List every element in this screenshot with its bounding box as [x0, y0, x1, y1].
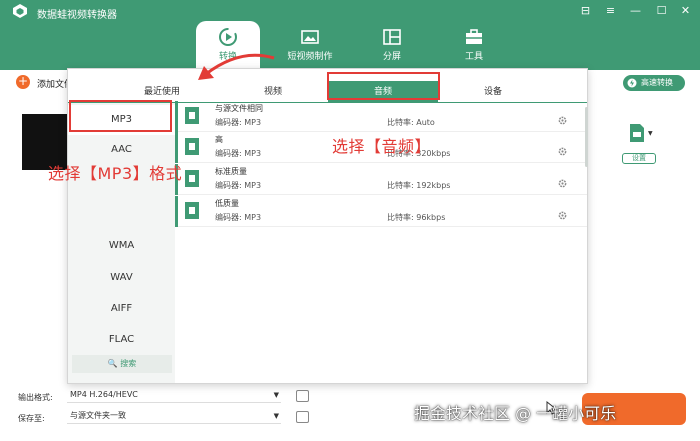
quality-bitrate: 比特率: 192kbps: [387, 181, 451, 190]
gear-icon[interactable]: [558, 211, 567, 220]
format-item-flac[interactable]: FLAC: [68, 325, 175, 355]
quality-item-same[interactable]: 与源文件相同 编码器: MP3 比特率: Auto: [175, 101, 587, 132]
maximize-button[interactable]: ☐: [654, 3, 669, 18]
selection-indicator: [175, 132, 178, 163]
format-search-button[interactable]: 🔍 搜索: [72, 355, 172, 373]
quality-name: 低质量: [215, 199, 239, 208]
selection-indicator: [175, 101, 178, 132]
output-format-select[interactable]: MP4 H.264/HEVC ▼: [67, 387, 281, 403]
add-file-button[interactable]: +: [16, 75, 30, 89]
lightning-icon: [627, 78, 637, 88]
quality-encoder: 编码器: MP3: [215, 149, 262, 158]
format-item-aiff[interactable]: AIFF: [68, 294, 175, 324]
search-label: 搜索: [120, 359, 137, 368]
format-item-wav[interactable]: WAV: [68, 263, 175, 293]
format-panel: 最近使用 视频 音频 设备 MP3 AAC WMA WAV AIFF FLAC …: [67, 68, 588, 384]
annotation-select-mp3: 选择【MP3】格式: [48, 164, 183, 183]
quality-encoder: 编码器: MP3: [215, 181, 262, 190]
convert-icon: [219, 28, 237, 46]
nav-video-maker[interactable]: 短视频制作: [278, 21, 342, 69]
quality-name: 标准质量: [215, 167, 247, 176]
gear-icon[interactable]: [558, 179, 567, 188]
chevron-down-icon: ▼: [273, 391, 279, 399]
quality-item-low[interactable]: 低质量 编码器: MP3 比特率: 96kbps: [175, 196, 587, 227]
settings-button[interactable]: 设置: [622, 153, 656, 164]
menu-icon[interactable]: ≡: [603, 3, 618, 18]
quality-encoder: 编码器: MP3: [215, 213, 262, 222]
folder-icon[interactable]: [296, 411, 309, 423]
audio-file-icon: [185, 138, 199, 155]
red-arrow-icon: [198, 53, 275, 80]
app-logo-icon: [13, 4, 27, 18]
chevron-down-icon: ▼: [273, 412, 279, 420]
fast-convert-button[interactable]: 高速转换: [623, 75, 685, 91]
app-title: 数据蛙视频转换器: [37, 10, 117, 21]
nav-label: 工具: [464, 52, 483, 62]
scrollbar[interactable]: [585, 107, 588, 167]
quality-bitrate: 比特率: Auto: [387, 118, 435, 127]
format-settings-icon[interactable]: [296, 390, 309, 402]
toolbox-icon: [466, 29, 482, 44]
nav-label: 分屏: [382, 52, 401, 62]
fast-convert-label: 高速转换: [641, 78, 673, 87]
output-format-icon[interactable]: [630, 124, 644, 142]
search-icon: 🔍: [107, 359, 118, 368]
gear-icon[interactable]: [558, 147, 567, 156]
nav-label: 短视频制作: [287, 52, 333, 62]
audio-file-icon: [185, 202, 199, 219]
save-to-value: 与源文件夹一致: [70, 411, 126, 420]
format-item-wma[interactable]: WMA: [68, 231, 175, 261]
save-to-label: 保存至:: [18, 414, 45, 423]
video-maker-icon: [301, 30, 319, 44]
format-dropdown-icon[interactable]: ▼: [648, 130, 653, 137]
feedback-icon[interactable]: ⊟: [578, 3, 593, 18]
output-format-label: 输出格式:: [18, 393, 53, 402]
nav-split-screen[interactable]: 分屏: [360, 21, 424, 69]
title-bar: 数据蛙视频转换器 ⊟ ≡ — ☐ ✕ 转换 短视频制作 分屏 工具: [0, 0, 700, 70]
selection-indicator: [175, 196, 178, 227]
quality-item-standard[interactable]: 标准质量 编码器: MP3 比特率: 192kbps: [175, 164, 587, 195]
output-format-value: MP4 H.264/HEVC: [70, 390, 138, 399]
gear-icon[interactable]: [558, 116, 567, 125]
audio-file-icon: [185, 170, 199, 187]
annotation-select-audio: 选择【音频】: [332, 137, 432, 156]
split-screen-icon: [383, 29, 401, 45]
audio-file-icon: [185, 107, 199, 124]
quality-bitrate: 比特率: 96kbps: [387, 213, 446, 222]
tab-device[interactable]: 设备: [453, 81, 533, 103]
quality-encoder: 编码器: MP3: [215, 118, 262, 127]
minimize-button[interactable]: —: [628, 3, 643, 18]
save-to-select[interactable]: 与源文件夹一致 ▼: [67, 408, 281, 424]
nav-toolbox[interactable]: 工具: [442, 21, 506, 69]
format-item-mp3[interactable]: MP3: [68, 105, 175, 135]
watermark: 掘金技术社区 @ 一罐小可乐: [414, 404, 617, 423]
tab-audio[interactable]: 音频: [328, 81, 438, 103]
close-button[interactable]: ✕: [678, 3, 693, 18]
quality-name: 高: [215, 135, 223, 144]
quality-name: 与源文件相同: [215, 104, 263, 113]
format-list: MP3 AAC WMA WAV AIFF FLAC MKA: [68, 103, 175, 383]
add-file-label[interactable]: 添加文件: [37, 77, 67, 90]
